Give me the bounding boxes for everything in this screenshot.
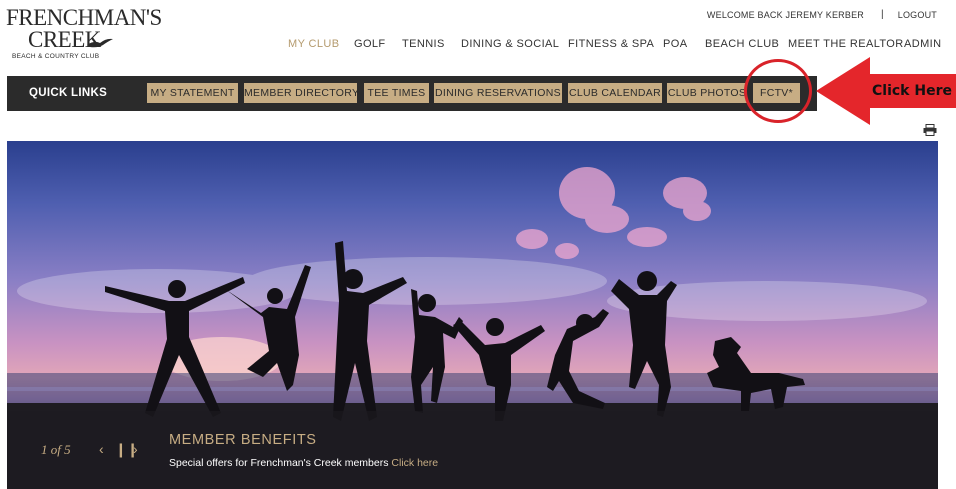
nav-fitness-spa[interactable]: FITNESS & SPA bbox=[568, 38, 654, 50]
nav-poa[interactable]: POA bbox=[663, 38, 687, 50]
click-here-label: Click Here bbox=[872, 83, 952, 99]
main-nav: MY CLUB GOLF TENNIS DINING & SOCIAL FITN… bbox=[0, 38, 956, 54]
nav-admin[interactable]: ADMIN bbox=[904, 38, 941, 50]
hero-slideshow[interactable]: 1 of 5 ‹ ❙❙ › MEMBER BENEFITS Special of… bbox=[7, 141, 938, 489]
logout-link[interactable]: LOGOUT bbox=[898, 10, 937, 20]
club-calendar-button[interactable]: CLUB CALENDAR bbox=[568, 83, 662, 103]
tee-times-button[interactable]: TEE TIMES bbox=[364, 83, 429, 103]
chevron-right-icon[interactable]: › bbox=[133, 441, 138, 457]
caption-band bbox=[7, 411, 938, 489]
slide-text: Special offers for Frenchman's Creek mem… bbox=[169, 457, 438, 469]
header-separator: | bbox=[881, 9, 884, 20]
quick-links-bar: QUICK LINKS MY STATEMENT MEMBER DIRECTOR… bbox=[7, 76, 817, 111]
quick-links-title: QUICK LINKS bbox=[29, 87, 108, 99]
club-photos-button[interactable]: CLUB PHOTOS bbox=[667, 83, 747, 103]
nav-my-club[interactable]: MY CLUB bbox=[288, 38, 340, 50]
logo-line-3: BEACH & COUNTRY CLUB bbox=[12, 53, 100, 60]
nav-meet-the-realtor[interactable]: MEET THE REALTOR bbox=[788, 38, 904, 50]
member-directory-button[interactable]: MEMBER DIRECTORY bbox=[244, 83, 359, 103]
highlight-circle bbox=[744, 59, 812, 123]
nav-golf[interactable]: GOLF bbox=[354, 38, 386, 50]
nav-tennis[interactable]: TENNIS bbox=[402, 38, 445, 50]
slide-counter: 1 of 5 bbox=[41, 442, 71, 457]
slide-click-here-link[interactable]: Click here bbox=[391, 457, 438, 469]
slide-text-body: Special offers for Frenchman's Creek mem… bbox=[169, 457, 392, 469]
nav-beach-club[interactable]: BEACH CLUB bbox=[705, 38, 779, 50]
chevron-left-icon[interactable]: ‹ bbox=[99, 441, 104, 457]
dining-reservations-button[interactable]: DINING RESERVATIONS bbox=[434, 83, 562, 103]
print-icon[interactable] bbox=[923, 124, 937, 136]
my-statement-button[interactable]: MY STATEMENT bbox=[147, 83, 238, 103]
welcome-message: WELCOME BACK JEREMY KERBER bbox=[706, 10, 864, 20]
nav-dining-social[interactable]: DINING & SOCIAL bbox=[461, 38, 559, 50]
slide-title: MEMBER BENEFITS bbox=[169, 432, 317, 448]
